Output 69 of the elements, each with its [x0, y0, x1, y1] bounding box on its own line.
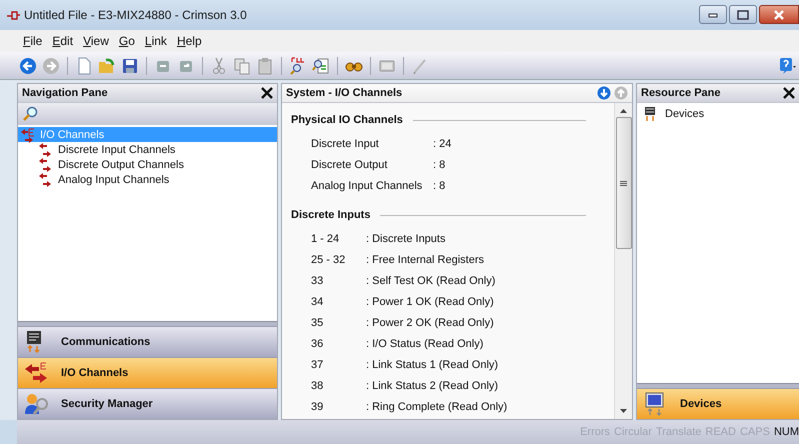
scroll-up-icon[interactable] — [620, 109, 627, 113]
field-value: : 8 — [433, 158, 446, 170]
field-value: : Power 1 OK (Read Only) — [366, 296, 494, 308]
field-value: : Link Status 1 (Read Only) — [366, 358, 498, 370]
section-heading: Discrete Inputs — [291, 209, 370, 221]
field-label: 25 - 32 — [311, 254, 346, 266]
pane-title: Resource Pane — [641, 87, 720, 99]
field-label: 35 — [311, 316, 324, 328]
menu-item[interactable]: Edit — [52, 32, 74, 50]
menu-item[interactable]: Help — [176, 32, 202, 50]
nav-button[interactable]: Security Manager — [18, 388, 277, 419]
down-arrow-icon[interactable] — [597, 86, 611, 100]
close-button[interactable] — [759, 5, 799, 24]
menu-item[interactable]: Go — [118, 32, 135, 50]
arrows-icon — [24, 361, 48, 385]
field-value: : Free Internal Registers — [366, 254, 484, 266]
field-value: : Power 2 OK (Read Only) — [366, 316, 494, 328]
minimize-button[interactable] — [699, 5, 727, 24]
field-label: 33 — [311, 274, 324, 286]
pane-title: Navigation Pane — [22, 87, 108, 99]
minimize-icon — [708, 12, 718, 18]
tree-item[interactable]: Discrete Output Channels — [18, 157, 277, 172]
field-label: 39 — [311, 400, 324, 412]
pane-title: System - I/O Channels — [286, 87, 402, 99]
status-indicator: NUM — [774, 426, 799, 438]
copy-icon[interactable] — [232, 56, 252, 76]
scrollbar[interactable] — [614, 103, 632, 419]
field-label: 37 — [311, 358, 324, 370]
field-label: Discrete Input — [311, 138, 380, 150]
menu-item[interactable]: View — [83, 32, 109, 50]
tree-item[interactable]: Analog Input Channels — [18, 172, 277, 187]
nav-button[interactable]: Communications — [18, 326, 277, 357]
field-label: Discrete Output — [311, 158, 388, 170]
maximize-button[interactable] — [729, 5, 757, 24]
close-icon — [773, 10, 785, 20]
tree-item[interactable]: Discrete Input Channels — [18, 142, 277, 157]
window-title: Untitled File - E3-MIX24880 - Crimson 3.0 — [24, 8, 247, 22]
server-icon — [643, 107, 657, 121]
field-value: : 24 — [433, 138, 452, 150]
scroll-down-icon[interactable] — [620, 409, 627, 413]
close-icon[interactable] — [261, 87, 273, 99]
field-value: : 8 — [433, 180, 446, 192]
nav-button[interactable]: Devices — [637, 388, 799, 419]
app-logo-icon — [6, 9, 20, 21]
field-label: 34 — [311, 296, 324, 308]
menu-item[interactable]: File — [23, 32, 42, 50]
close-icon[interactable] — [783, 87, 795, 99]
field-value: : Ring Complete (Read Only) — [366, 400, 508, 412]
field-label: 36 — [311, 338, 324, 350]
field-label: 1 - 24 — [311, 232, 340, 244]
field-label: 38 — [311, 380, 324, 392]
menu-item[interactable]: Link — [144, 32, 167, 50]
field-value: : Self Test OK (Read Only) — [366, 274, 496, 286]
find-page-icon[interactable] — [311, 56, 331, 76]
back-icon[interactable] — [18, 56, 38, 76]
open-folder-icon[interactable] — [97, 56, 117, 76]
nav-button[interactable]: I/O Channels — [18, 357, 277, 388]
search-icon[interactable] — [22, 106, 38, 122]
field-value: : Discrete Inputs — [366, 232, 446, 244]
section-heading: Physical IO Channels — [291, 114, 403, 126]
field-value: : Link Status 2 (Read Only) — [366, 380, 498, 392]
arrows-icon — [20, 126, 36, 142]
resource-item[interactable]: Devices — [643, 107, 793, 121]
maximize-icon — [737, 10, 749, 20]
field-value: : I/O Status (Read Only) — [366, 338, 484, 350]
grip-icon — [620, 180, 627, 186]
field-label: Analog Input Channels — [311, 180, 424, 192]
help-icon[interactable] — [777, 56, 797, 76]
user-key-icon — [24, 392, 48, 416]
